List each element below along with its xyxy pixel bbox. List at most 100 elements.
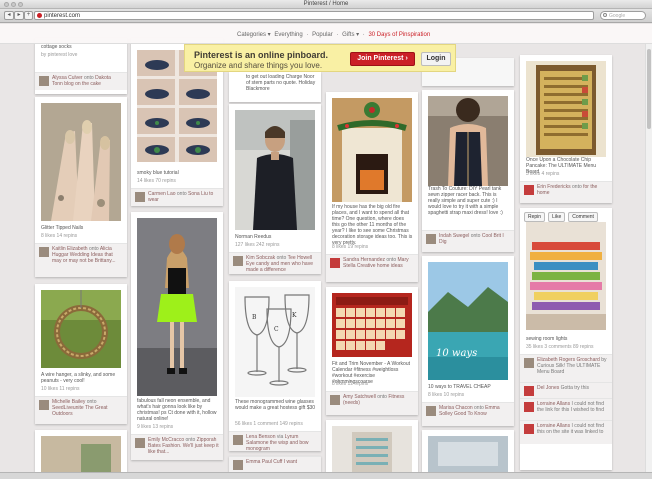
everything-link[interactable]: Everything (274, 32, 302, 38)
pin-image[interactable] (41, 103, 121, 221)
avatar[interactable] (39, 76, 49, 86)
onto-label: onto (470, 233, 481, 239)
pin-image[interactable] (428, 436, 508, 472)
popular-link[interactable]: Popular (312, 32, 333, 38)
pin-card[interactable]: If my house has the big old fire places,… (326, 92, 418, 282)
pin-image[interactable] (41, 290, 121, 368)
pin-image[interactable] (332, 98, 412, 202)
pin-card[interactable]: Emma Paul Cuff I want (229, 456, 321, 472)
like-button[interactable]: Like (548, 212, 566, 222)
gifts-menu[interactable]: Gifts ▾ (342, 32, 359, 38)
back-arrow-icon[interactable]: ◂ (4, 11, 14, 20)
avatar[interactable] (330, 395, 340, 405)
pin-image[interactable]: B C K (235, 287, 315, 397)
avatar[interactable] (233, 256, 243, 266)
vertical-scrollbar[interactable] (645, 44, 652, 472)
pin-card[interactable]: Fit and Trim November - A Workout Calend… (326, 287, 418, 415)
pin-image[interactable] (428, 96, 508, 186)
board-link[interactable]: blog on the cake (64, 81, 101, 87)
banner-subline: Organize and share things you love. (194, 61, 323, 70)
comment-button[interactable]: Comment (568, 212, 598, 222)
pinterest-header: Categories ▾ Everything · Popular · Gift… (0, 24, 652, 44)
avatar[interactable] (426, 406, 436, 416)
pinspiration-link[interactable]: 30 Days of Pinspiration (368, 32, 430, 38)
pin-card[interactable]: Repin Like Comment sewing room lights 35… (520, 208, 612, 470)
pin-stats: 8 likes 10 repins (428, 392, 465, 398)
menu-separator: · (336, 32, 339, 38)
add-bookmark-icon[interactable]: + (24, 11, 33, 20)
board-link[interactable]: I want (284, 459, 297, 465)
avatar[interactable] (135, 438, 145, 448)
address-bar[interactable]: pinterest.com (34, 11, 594, 20)
pin-card[interactable]: Once Upon a Chocolate Chip Pancake: The … (520, 55, 612, 203)
forward-arrow-icon[interactable]: ▸ (14, 11, 24, 20)
pin-card[interactable]: Glitter Tipped Nails 8 likes 14 repins K… (35, 97, 127, 277)
pin-card[interactable]: Norman Reedus 127 likes 242 repins Kim S… (229, 104, 321, 274)
browser-search-field[interactable]: Google (600, 11, 646, 20)
menu-separator: · (306, 32, 309, 38)
pin-stats: 8 likes 12 repins (332, 381, 369, 387)
pinner-link-2[interactable]: Cool Brit (482, 233, 501, 239)
pin-stats: 127 likes 242 repins (235, 242, 280, 248)
avatar[interactable] (330, 258, 340, 268)
pin-card[interactable] (35, 430, 127, 472)
pin-attribution: Lena Benson via Lyrum Salamone the wisp … (229, 431, 321, 451)
pin-image[interactable] (41, 436, 121, 472)
pin-image[interactable] (332, 426, 412, 472)
food-photo (41, 436, 121, 472)
board-link[interactable]: Creative home ideas (357, 263, 403, 269)
join-pinterest-button[interactable]: Join Pinterest › (350, 52, 415, 66)
pin-card[interactable] (326, 420, 418, 472)
avatar[interactable] (524, 185, 534, 195)
pin-image[interactable] (332, 293, 412, 357)
sewing-room-lights-photo (526, 222, 606, 330)
onto-label: onto (377, 394, 387, 400)
pin-card[interactable]: Trash To Couture: DIY Pearl tank sewn zi… (422, 90, 514, 252)
craft-photo (428, 436, 508, 472)
avatar[interactable] (524, 402, 534, 412)
pin-comment: Elizabeth Rogers Groschard by Curious Si… (520, 354, 612, 382)
pinner-link[interactable]: Emma Paul Cuff (246, 459, 282, 465)
avatar[interactable] (524, 386, 534, 396)
pin-card[interactable]: to get out loading Charge Noor of stem p… (229, 72, 321, 102)
board-link[interactable]: Good To Know (454, 411, 487, 417)
login-button[interactable]: Login (421, 52, 451, 66)
pin-image[interactable]: 10 ways (428, 262, 508, 380)
search-icon (603, 13, 607, 17)
board-link[interactable]: Eye candy and men who have made a differ… (246, 261, 313, 273)
pin-card[interactable]: A wire hanger, a slinky, and some peanut… (35, 284, 127, 424)
commenter-link[interactable]: Del Jones (537, 385, 559, 391)
pin-stats: 35 likes 3 comments 89 repins (526, 344, 594, 350)
pin-stats: by pinterest love (41, 52, 78, 58)
pin-card[interactable]: fabulous fall neon ensemble, and what's … (131, 212, 223, 460)
avatar[interactable] (524, 424, 534, 434)
categories-menu[interactable]: Categories ▾ (237, 32, 271, 38)
repin-button[interactable]: Repin (524, 212, 546, 222)
pin-image[interactable] (235, 110, 315, 230)
pin-card[interactable]: 10 ways 10 ways to TRAVEL CHEAP 8 likes … (422, 256, 514, 426)
wine-glasses-photo: B C K (235, 287, 315, 397)
pin-image[interactable] (526, 61, 606, 157)
pin-card[interactable]: B C K These monogrammed wine glasses would… (229, 281, 321, 451)
avatar[interactable] (39, 247, 49, 257)
pin-attribution: Amy Satchwell onto Fitness (needs) (326, 391, 418, 415)
avatar[interactable] (233, 460, 243, 470)
address-url: pinterest.com (44, 13, 81, 19)
pin-attribution: Emily McCracco onto Zipporah Bates Fashi… (131, 434, 223, 460)
pin-comment: Lorraine Allans I could not find this on… (520, 420, 612, 444)
pinterest-nav-menu: Categories ▾ Everything · Popular · Gift… (237, 31, 432, 38)
avatar[interactable] (233, 435, 243, 445)
avatar[interactable] (135, 192, 145, 202)
avatar[interactable] (524, 358, 534, 368)
pinner-link-2[interactable]: Sona Liu (188, 191, 208, 197)
pin-card[interactable] (422, 430, 514, 472)
pin-image[interactable] (526, 222, 606, 330)
pin-card[interactable]: cottage socks by pinterest love Alyssa C… (35, 38, 127, 94)
avatar[interactable] (426, 234, 436, 244)
pin-image[interactable] (137, 218, 217, 396)
norman-reedus-photo (235, 110, 315, 230)
scrollbar-thumb[interactable] (647, 49, 651, 129)
avatar[interactable] (39, 400, 49, 410)
browser-search-placeholder: Google (609, 13, 626, 19)
pin-description: If my house has the big old fire places,… (332, 204, 413, 246)
